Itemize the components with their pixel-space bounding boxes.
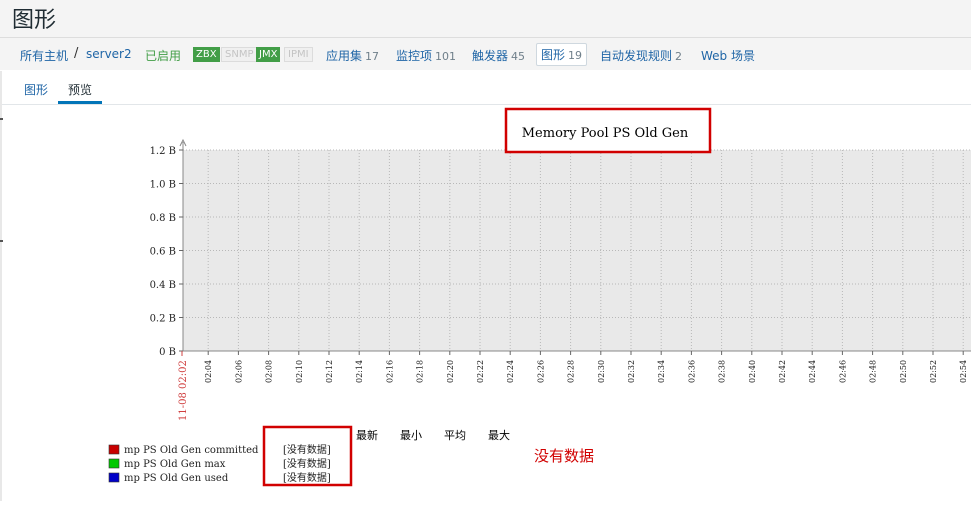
x-tick-label: 02:38 — [718, 360, 727, 383]
nav-applications[interactable]: 应用集 17 — [326, 47, 379, 64]
x-tick-label: 02:14 — [355, 360, 364, 383]
legend-series-status: [没有数据] — [283, 471, 331, 484]
availability-jmx-badge: JMX — [256, 47, 281, 62]
chart-legend: 最新 最小 平均 最大 mp PS Old Gen committed [没有数据] mp … — [108, 428, 510, 484]
x-tick-label: 02:36 — [687, 360, 696, 383]
nav-discovery-label: 自动发现规则 — [600, 49, 673, 63]
nav-triggers[interactable]: 触发器 45 — [472, 47, 525, 64]
legend-header: 最大 — [488, 428, 510, 442]
x-tick-label: 02:50 — [899, 360, 908, 383]
nav-discovery-rules[interactable]: 自动发现规则 2 — [600, 47, 682, 64]
chart-title: Memory Pool PS Old Gen — [522, 126, 689, 141]
nav-graphs[interactable]: 图形 19 — [536, 43, 588, 66]
page-title: 图形 — [12, 8, 57, 33]
x-tick-label: 02:30 — [597, 360, 606, 383]
y-axis-ticks: 1.2 B 1.0 B 0.8 B 0.6 B 0.4 B 0.2 B 0 B — [150, 146, 183, 358]
breadcrumb-host[interactable]: server2 — [86, 47, 132, 61]
y-tick-label: 1.0 B — [150, 180, 176, 191]
x-tick-label: 02:04 — [204, 360, 213, 383]
legend-header: 平均 — [444, 429, 466, 442]
nav-discovery-count: 2 — [675, 50, 683, 63]
host-navigation: 所有主机 / server2 已启用 ZBX SNMP JMX IPMI 应用集… — [0, 38, 971, 70]
y-tick-label: 0.8 B — [150, 213, 176, 224]
tab-graph[interactable]: 图形 — [24, 81, 48, 98]
legend-series-status: [没有数据] — [283, 443, 331, 456]
x-tick-label: 02:10 — [295, 360, 304, 383]
legend-series-name: mp PS Old Gen max — [124, 459, 226, 470]
nav-triggers-count: 45 — [511, 50, 526, 63]
legend-series-name: mp PS Old Gen committed — [124, 445, 259, 456]
legend-header: 最小 — [400, 429, 422, 442]
page-header: 图形 — [0, 0, 971, 38]
legend-swatch — [108, 458, 120, 469]
nav-items-label: 监控项 — [396, 49, 433, 63]
nav-graphs-label: 图形 — [541, 48, 566, 62]
availability-snmp-badge: SNMP — [221, 47, 258, 62]
no-data-annotation: 没有数据 — [534, 447, 595, 465]
x-start-label: 11-08 02:02 — [178, 360, 189, 421]
breadcrumb-all-hosts[interactable]: 所有主机 — [20, 47, 68, 64]
nav-web-scenarios[interactable]: Web 场景 — [701, 47, 755, 64]
x-tick-label: 02:52 — [929, 360, 938, 383]
x-tick-label: 02:40 — [748, 360, 757, 383]
y-tick-label: 0.4 B — [150, 280, 176, 291]
nav-items[interactable]: 监控项 101 — [396, 47, 456, 64]
nav-items-count: 101 — [435, 50, 457, 63]
x-tick-label: 02:48 — [869, 360, 878, 383]
x-tick-label: 02:44 — [808, 360, 817, 383]
nav-graphs-count: 19 — [568, 49, 583, 62]
graph-preview: 1.2 B 1.0 B 0.8 B 0.6 B 0.4 B 0.2 B 0 B 11-08 … — [0, 105, 971, 501]
legend-header: 最新 — [356, 428, 378, 442]
x-tick-label: 02:12 — [325, 360, 334, 383]
x-tick-label: 02:34 — [657, 360, 666, 383]
y-tick-label: 1.2 B — [150, 146, 176, 157]
legend-swatch — [108, 444, 120, 455]
x-tick-label: 02:54 — [959, 360, 968, 383]
availability-ipmi-badge: IPMI — [284, 47, 313, 62]
x-axis-ticks: 11-08 02:02 02:04 02:06 02:08 02:10 02:12 02:1… — [178, 351, 968, 421]
x-tick-label: 02:28 — [567, 360, 576, 383]
y-tick-label: 0.6 B — [150, 247, 176, 258]
x-tick-label: 02:24 — [506, 360, 515, 383]
x-tick-label: 02:20 — [446, 360, 455, 383]
y-tick-label: 0.2 B — [150, 314, 176, 325]
x-tick-label: 02:16 — [385, 360, 394, 383]
y-tick-label: 0 B — [159, 347, 176, 358]
host-status-enabled[interactable]: 已启用 — [145, 47, 181, 64]
nav-applications-label: 应用集 — [326, 49, 363, 63]
active-tab-indicator — [58, 101, 102, 104]
legend-swatch — [108, 472, 120, 483]
x-tick-label: 02:06 — [234, 360, 243, 383]
x-tick-label: 02:18 — [416, 360, 425, 383]
tab-bar: 图形 预览 — [0, 71, 971, 105]
availability-zbx-badge: ZBX — [193, 47, 220, 62]
x-tick-label: 02:08 — [265, 360, 274, 383]
x-tick-label: 02:46 — [838, 360, 847, 383]
breadcrumb-separator: / — [74, 46, 79, 61]
x-tick-label: 02:42 — [778, 360, 787, 383]
graph-chart: 1.2 B 1.0 B 0.8 B 0.6 B 0.4 B 0.2 B 0 B 11-08 … — [108, 107, 971, 487]
nav-applications-count: 17 — [365, 50, 380, 63]
legend-series-status: [没有数据] — [283, 457, 331, 470]
tab-preview[interactable]: 预览 — [68, 81, 92, 98]
legend-series-name: mp PS Old Gen used — [124, 473, 229, 484]
x-tick-label: 02:22 — [476, 360, 485, 383]
x-tick-label: 02:32 — [627, 360, 636, 383]
x-tick-label: 02:26 — [536, 360, 545, 383]
nav-triggers-label: 触发器 — [472, 49, 509, 63]
